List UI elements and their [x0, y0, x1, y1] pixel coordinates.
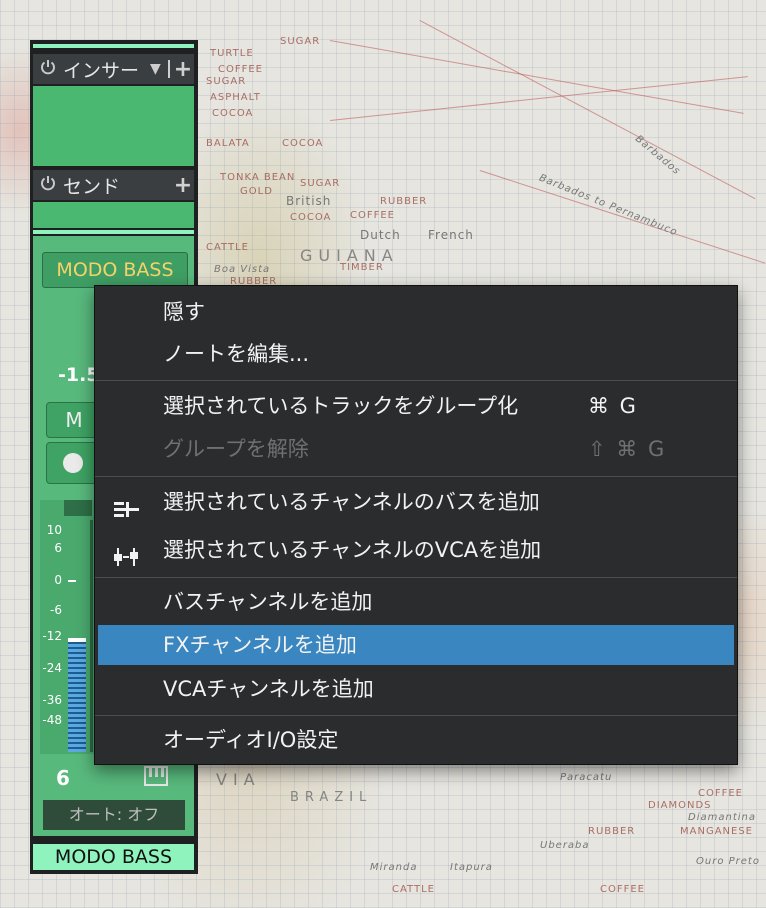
menu-item-ungroup: グループを解除 ⇧ ⌘ G: [98, 429, 734, 469]
meter-scale-label: -6: [50, 603, 62, 617]
menu-separator: [95, 577, 737, 578]
menu-separator: [95, 476, 737, 477]
send-slot-area[interactable]: [33, 202, 194, 228]
add-send-button[interactable]: +: [172, 173, 194, 198]
record-icon: [63, 453, 83, 473]
menu-item-label: VCAチャンネルを追加: [163, 677, 374, 701]
menu-item-label: FXチャンネルを追加: [163, 633, 357, 657]
meter-scale-label: -36: [42, 693, 62, 707]
menu-item-shortcut: ⌘ G: [588, 394, 638, 418]
map-label: COFFEE: [698, 788, 743, 799]
route-line: [329, 40, 744, 114]
power-icon[interactable]: [39, 58, 59, 81]
map-label: Ouro Preto: [696, 856, 760, 867]
automation-button[interactable]: オート: オフ: [43, 800, 185, 830]
channel-name-label[interactable]: MODO BASS: [42, 252, 188, 288]
map-label: COCOA: [282, 138, 324, 149]
send-header[interactable]: センド +: [33, 170, 194, 200]
map-label: Uberaba: [540, 840, 590, 851]
strip-section-accent: [33, 230, 194, 234]
menu-item-label: ノートを編集...: [163, 342, 310, 366]
map-label: MANGANESE: [680, 826, 754, 837]
insert-label: インサー: [63, 59, 140, 82]
meter-scale-label: -24: [42, 661, 62, 675]
menu-item-edit-notes[interactable]: ノートを編集...: [98, 334, 734, 374]
bus-icon: [112, 492, 142, 517]
map-label: DIAMONDS: [648, 800, 712, 811]
map-label: COFFEE: [350, 210, 395, 221]
map-label: French: [428, 228, 474, 242]
menu-item-label: 選択されているチャンネルのVCAを追加: [163, 538, 542, 562]
map-label: COCOA: [290, 212, 332, 223]
map-label: ASPHALT: [210, 92, 261, 103]
menu-item-audio-io-setup[interactable]: オーディオI/O設定: [98, 720, 734, 760]
meter-scale-label: 10: [46, 523, 62, 537]
menu-item-add-fx-channel[interactable]: FXチャンネルを追加: [98, 625, 734, 665]
send-label: センド: [63, 175, 121, 198]
dropdown-arrow-icon[interactable]: ▼: [150, 61, 166, 77]
map-label: COFFEE: [218, 64, 263, 75]
level-meter: [68, 638, 86, 752]
menu-item-label: 選択されているトラックをグループ化: [163, 394, 519, 418]
menu-item-group-tracks[interactable]: 選択されているトラックをグループ化 ⌘ G: [98, 386, 734, 426]
menu-item-hide[interactable]: 隠す: [98, 292, 734, 332]
map-label: Barbados to Pernambuco: [537, 172, 680, 239]
menu-item-add-vca-channel[interactable]: VCAチャンネルを追加: [98, 669, 734, 709]
map-label: Dutch: [360, 228, 401, 242]
context-menu: 隠す ノートを編集... 選択されているトラックをグループ化 ⌘ G グループを…: [94, 285, 738, 765]
meter-scale-label: 0: [54, 573, 62, 587]
map-label: COCOA: [212, 108, 254, 119]
menu-item-label: オーディオI/O設定: [163, 728, 339, 752]
menu-item-label: グループを解除: [163, 437, 309, 461]
map-label: Boa Vista: [214, 264, 271, 275]
menu-item-add-bus-for-selected[interactable]: 選択されているチャンネルのバスを追加: [98, 482, 734, 522]
menu-item-add-vca-for-selected[interactable]: 選択されているチャンネルのVCAを追加: [98, 530, 734, 570]
map-label: SUGAR: [300, 178, 341, 189]
map-label: VIA: [216, 770, 261, 789]
add-insert-button[interactable]: +: [172, 57, 194, 82]
menu-separator: [95, 380, 737, 381]
route-line: [419, 20, 756, 200]
menu-item-label: 隠す: [163, 300, 205, 324]
meter-tick: [68, 580, 76, 582]
map-label: RUBBER: [588, 826, 636, 837]
map-label: Paracatu: [560, 772, 613, 783]
map-label: Diamantina: [688, 812, 756, 823]
map-label: CATTLE: [392, 884, 435, 895]
menu-separator: [95, 715, 737, 716]
meter-scale-label: -12: [42, 629, 62, 643]
menu-item-add-bus-channel[interactable]: バスチャンネルを追加: [98, 582, 734, 622]
menu-item-shortcut: ⇧ ⌘ G: [588, 437, 667, 461]
power-icon[interactable]: [39, 174, 59, 197]
meter-scale-label: -48: [42, 713, 62, 727]
map-label: SUGAR: [206, 76, 247, 87]
menu-item-label: バスチャンネルを追加: [163, 590, 373, 614]
vca-icon: [112, 540, 142, 566]
map-label: Itapura: [450, 862, 493, 873]
fader-cap[interactable]: [64, 500, 92, 516]
divider: [168, 60, 170, 78]
map-label: GOLD: [240, 186, 273, 197]
keyboard-icon[interactable]: [144, 766, 168, 786]
map-label: SUGAR: [280, 36, 321, 47]
strip-top-accent: [33, 44, 194, 48]
map-label: BRAZIL: [290, 790, 373, 805]
meter-scale-label: 6: [54, 541, 62, 555]
map-label: RUBBER: [380, 196, 428, 207]
map-label: CATTLE: [206, 242, 249, 253]
map-label: TIMBER: [340, 262, 384, 273]
channel-number: 6: [56, 766, 70, 790]
map-label: BALATA: [206, 138, 250, 149]
map-label: TONKA BEAN: [220, 172, 296, 183]
map-label: TURTLE: [210, 48, 254, 59]
channel-name-bottom[interactable]: MODO BASS: [33, 844, 194, 870]
insert-slot-area[interactable]: [33, 86, 194, 166]
map-label: Miranda: [370, 862, 418, 873]
fader-track[interactable]: [90, 520, 93, 752]
map-label: COFFEE: [600, 884, 645, 895]
menu-item-label: 選択されているチャンネルのバスを追加: [163, 490, 540, 514]
meter-peak: [68, 638, 86, 642]
insert-header[interactable]: インサー ▼ +: [33, 54, 194, 84]
map-label: British: [286, 194, 332, 208]
